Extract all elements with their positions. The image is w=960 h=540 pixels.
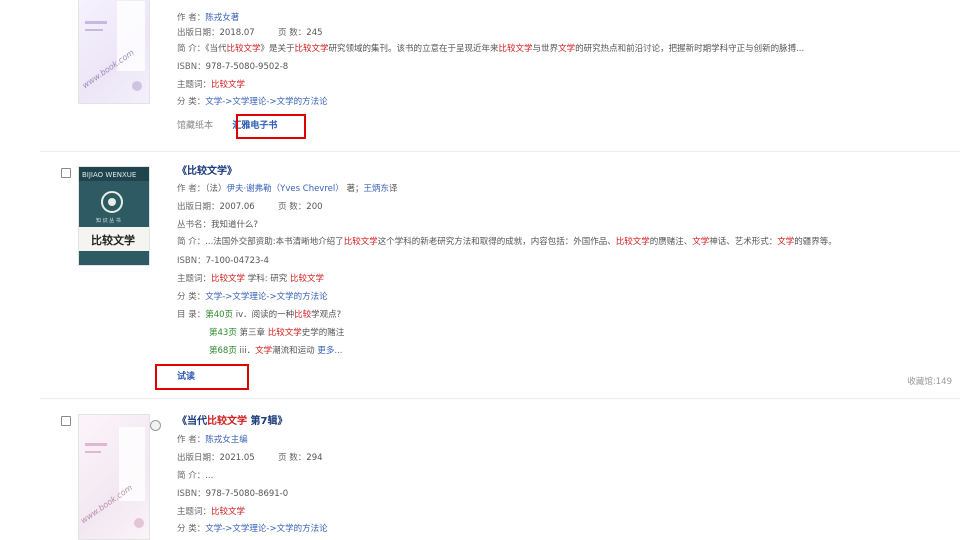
class-link[interactable]: 文学->文学理论->文学的方法论 [205, 292, 327, 302]
result-item-2: BIJIAO WENXUE 知 识 丛 书 比较文学 《比较文学》 作 者：（法… [0, 152, 960, 398]
author-link[interactable]: 陈戎女著 [205, 13, 239, 23]
cover-title-text: 比较文学 [91, 233, 135, 247]
book-cover-1[interactable]: www.book.com [78, 0, 150, 104]
class-row: 分 类：文学->文学理论->文学的方法论 [177, 524, 328, 534]
class-row: 分 类：文学->文学理论->文学的方法论 [177, 97, 328, 107]
isbn-row: ISBN：978-7-5080-9502-8 [177, 62, 289, 72]
class-link[interactable]: 文学->文学理论->文学的方法论 [205, 97, 327, 107]
class-row: 分 类：文学->文学理论->文学的方法论 [177, 292, 328, 302]
toc-row-3: 第68页 iii．文学潮流和运动 更多... [209, 346, 343, 356]
translator-link[interactable]: 王炳东 [363, 184, 389, 194]
checkbox-icon[interactable] [61, 168, 71, 178]
annotation-box-trial [155, 364, 249, 390]
book-title-2[interactable]: 《比较文学》 [177, 166, 237, 178]
annotation-box-ebook [236, 114, 306, 139]
isbn-row: ISBN：978-7-5080-8691-0 [177, 489, 289, 499]
series-row: 丛书名：我知道什么? [177, 220, 259, 230]
svg-text:www.book.com: www.book.com [79, 483, 134, 525]
author-row: 作 者：陈戎女著 [177, 13, 240, 23]
summary-row: 简 介：...法国外交部资助:本书清晰地介绍了比较文学这个学科的新老研究方法和取… [177, 237, 837, 247]
toc-row-1: 目 录：第40页 iv．阅读的一种比较学观点? [177, 310, 342, 320]
author-row: 作 者：（法）伊夫·谢弗勒（Yves Chevrel） 著；王炳东译 [177, 184, 398, 194]
subject-link[interactable]: 比较文学 [211, 507, 245, 517]
author-row: 作 者：陈戎女主编 [177, 435, 248, 445]
date-row: 出版日期：2021.05 页 数：294 [177, 453, 323, 463]
book-title-3[interactable]: 《当代比较文学 第7辑》 [177, 416, 287, 428]
checkbox-icon[interactable] [61, 416, 71, 426]
subject-link[interactable]: 比较文学 [211, 80, 245, 90]
lock-icon [150, 420, 161, 431]
class-link[interactable]: 文学->文学理论->文学的方法论 [205, 524, 327, 534]
subject-link[interactable]: 比较文学 [211, 274, 245, 284]
result-item-1: www.book.com 作 者：陈戎女著 出版日期：2018.07 页 数：2… [0, 0, 960, 150]
author-link[interactable]: 陈戎女主编 [205, 435, 248, 445]
summary-row: 简 介：《当代比较文学》是关于比较文学研究领域的集刊。该书的立意在于呈现近年来比… [177, 44, 805, 54]
author-link[interactable]: 伊夫·谢弗勒（Yves Chevrel） [226, 184, 343, 194]
toc-page-link[interactable]: 第40页 [205, 310, 233, 320]
subject-row: 主题词：比较文学 [177, 507, 246, 517]
isbn-row: ISBN：7-100-04723-4 [177, 256, 269, 266]
cover-art-2: BIJIAO WENXUE 知 识 丛 书 比较文学 [79, 167, 149, 265]
toc-page-link[interactable]: 第68页 [209, 346, 237, 356]
book-cover-2[interactable]: BIJIAO WENXUE 知 识 丛 书 比较文学 [78, 166, 150, 266]
holding-label[interactable]: 馆藏纸本 [177, 121, 213, 131]
divider [40, 398, 960, 399]
toc-more-link[interactable]: 更多... [317, 346, 342, 356]
cover-art-1: www.book.com [81, 1, 145, 91]
toc-row-2: 第43页 第三章 比较文学史学的赌注 [209, 328, 345, 338]
cover-top-text: BIJIAO WENXUE [82, 171, 136, 179]
date-row: 出版日期：2007.06 页 数：200 [177, 202, 323, 212]
subject-row: 主题词：比较文学 [177, 80, 246, 90]
summary-row: 简 介：... [177, 471, 214, 481]
book-cover-3[interactable]: www.book.com [78, 414, 150, 540]
svg-text:知 识 丛 书: 知 识 丛 书 [96, 217, 121, 224]
toc-page-link[interactable]: 第43页 [209, 328, 237, 338]
result-item-3: www.book.com 《当代比较文学 第7辑》 作 者：陈戎女主编 出版日期… [0, 400, 960, 540]
favorites-count: 收藏馆:149 [907, 377, 952, 387]
cover-art-3: www.book.com [79, 427, 145, 528]
subject-row: 主题词：比较文学 学科: 研究 比较文学 [177, 274, 325, 284]
subject-link[interactable]: 比较文学 [290, 274, 324, 284]
date-row: 出版日期：2018.07 页 数：245 [177, 28, 323, 38]
